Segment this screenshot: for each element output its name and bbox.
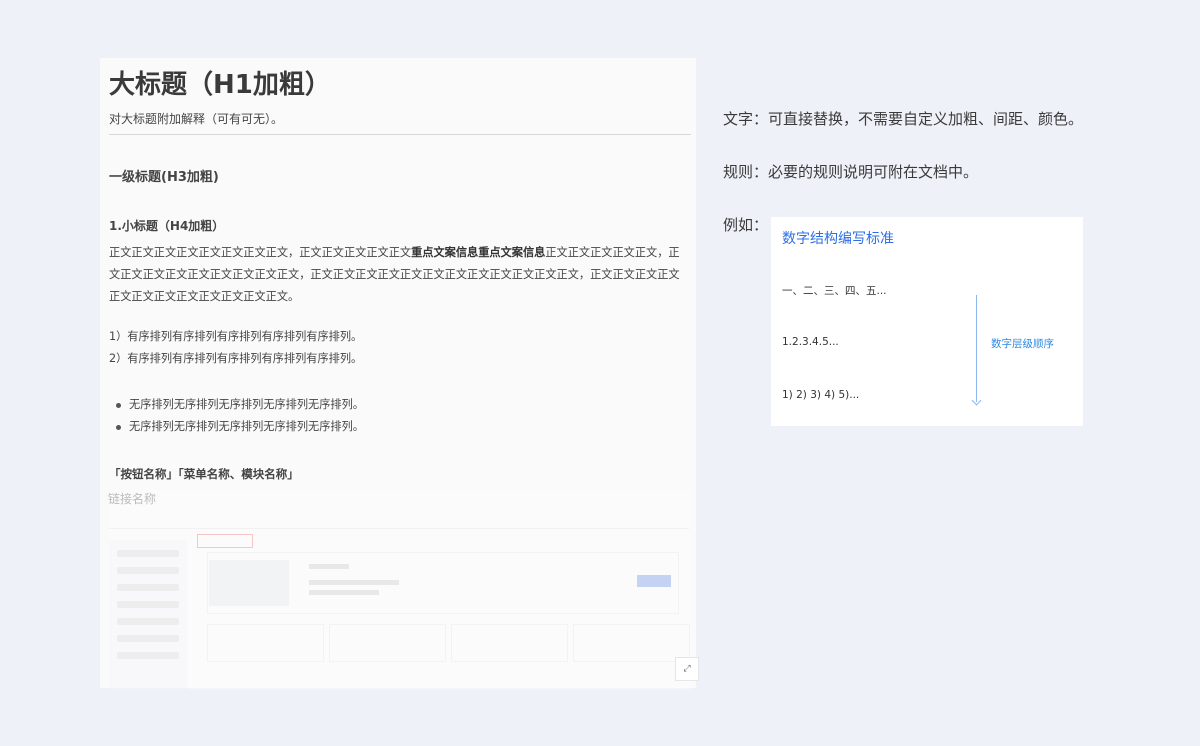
button-menu-names: 「按钮名称」「菜单名称、模块名称」 [109,467,299,481]
h3-heading: 一级标题(H3加粗) [109,170,219,185]
h1-title: 大标题（H1加粗） [109,70,331,100]
level-3: 1) 2) 3) 4) 5)... [782,389,860,401]
link-name[interactable]: 链接名称 [108,490,156,507]
example-card-title: 数字结构编写标准 [782,231,894,247]
mock-line [309,564,349,569]
arrow-label: 数字层级顺序 [991,338,1054,350]
faded-screenshot [109,490,691,690]
mock-line [309,580,399,585]
arrow-head-icon [971,395,982,406]
level-2: 1.2.3.4.5... [782,336,839,348]
mock-button [637,575,671,587]
body-bold-text: 重点文案信息重点文案信息 [411,246,546,259]
arrow-down-icon [976,295,977,402]
mock-sidebar [109,540,187,690]
mock-tile [573,624,690,662]
list-item: 2）有序排列有序排列有序排列有序排列有序排列。 [109,352,363,365]
h1-description: 对大标题附加解释（可有可无）。 [109,112,284,126]
expand-icon[interactable]: ⤢ [675,657,699,681]
mock-tile [329,624,446,662]
mock-tile [451,624,568,662]
body-paragraph: 正文正文正文正文正文正文正文正文，正文正文正文正文正文重点文案信息重点文案信息正… [109,242,687,308]
ordered-list: 1）有序排列有序排列有序排列有序排列有序排列。 2）有序排列有序排列有序排列有序… [109,326,362,370]
h4-heading: 1.小标题（H4加粗） [109,219,225,233]
mock-chip [197,534,253,548]
mock-tile [207,624,324,662]
rule-example: 例如： [723,216,769,234]
mock-line [309,590,379,595]
mock-thumbnail [209,560,289,606]
body-text: 正文正文正文正文正文正文正文正文，正文正文正文正文正文 [109,246,412,259]
divider [109,134,691,135]
example-card: 数字结构编写标准 一、二、三、四、五... 1.2.3.4.5... 1) 2)… [771,217,1083,426]
level-1: 一、二、三、四、五... [782,285,887,297]
rule-rule: 规则：必要的规则说明可附在文档中。 [723,163,979,181]
list-item: 无序排列无序排列无序排列无序排列无序排列。 [109,394,364,416]
list-item: 1）有序排列有序排列有序排列有序排列有序排列。 [109,330,363,343]
rule-text: 文字：可直接替换，不需要自定义加粗、间距、颜色。 [723,110,1084,128]
unordered-list: 无序排列无序排列无序排列无序排列无序排列。 无序排列无序排列无序排列无序排列无序… [109,394,364,438]
mock-topbar [109,506,689,529]
list-item: 无序排列无序排列无序排列无序排列无序排列。 [109,416,364,438]
